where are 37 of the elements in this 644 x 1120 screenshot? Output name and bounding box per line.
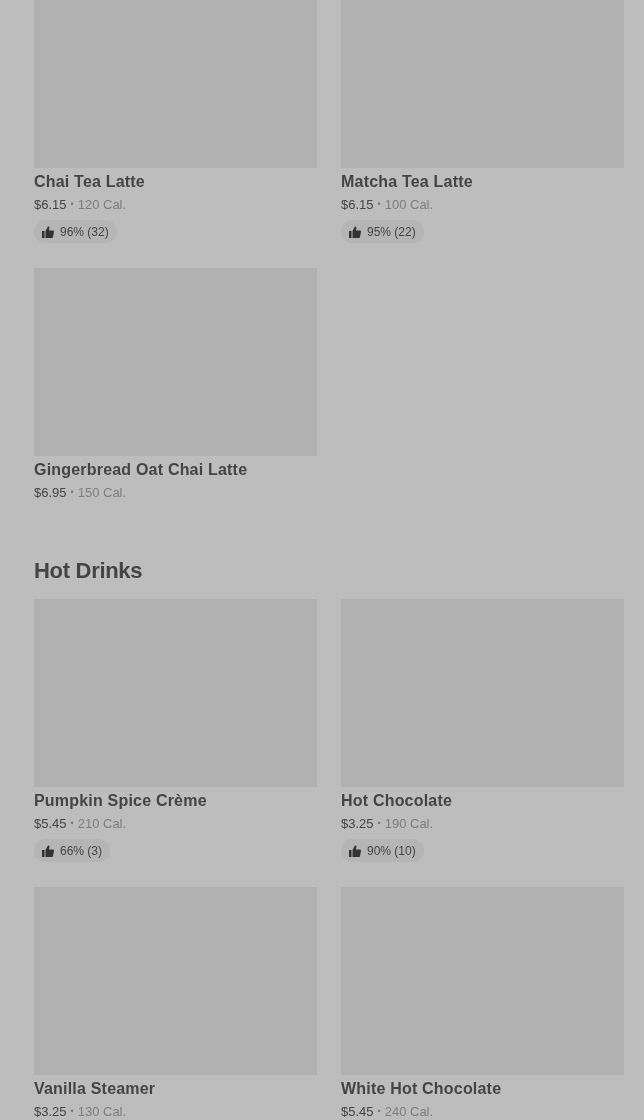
separator-dot: •: [377, 817, 381, 830]
item-calories: 190 Cal.: [384, 815, 434, 832]
item-calories: 240 Cal.: [384, 1103, 434, 1120]
thumbs-up-icon: [42, 844, 54, 857]
item-calories: 120 Cal.: [77, 196, 127, 213]
separator-dot: •: [70, 1105, 74, 1118]
item-name: Matcha Tea Latte: [341, 172, 474, 192]
item-price: $5.45: [341, 1103, 374, 1120]
item-name: Chai Tea Latte: [34, 172, 146, 192]
separator-dot: •: [377, 1105, 381, 1118]
thumbs-up-icon: [349, 225, 361, 238]
item-calories: 210 Cal.: [77, 815, 127, 832]
thumbs-up-icon: [349, 844, 361, 857]
item-name: Vanilla Steamer: [34, 1079, 157, 1099]
item-name: Hot Chocolate: [341, 791, 454, 811]
item-price: $6.15: [341, 196, 374, 213]
item-name: White Hot Chocolate: [341, 1079, 503, 1099]
item-price: $5.45: [34, 815, 67, 832]
item-name: Pumpkin Spice Crème: [34, 791, 208, 811]
item-name: Gingerbread Oat Chai Latte: [34, 460, 249, 480]
rating-badge: 96% (32): [34, 220, 117, 243]
item-price: $6.15: [34, 196, 67, 213]
section-heading: Hot Drinks: [34, 557, 144, 585]
rating-badge: 95% (22): [341, 220, 424, 243]
rating-badge: 90% (10): [341, 839, 424, 862]
separator-dot: •: [70, 198, 74, 211]
item-price: $3.25: [341, 815, 374, 832]
separator-dot: •: [377, 198, 381, 211]
item-calories: 150 Cal.: [77, 484, 127, 501]
rating-badge: 66% (3): [34, 839, 111, 862]
item-price: $3.25: [34, 1103, 67, 1120]
item-calories: 130 Cal.: [77, 1103, 127, 1120]
item-price: $6.95: [34, 484, 67, 501]
separator-dot: •: [70, 486, 74, 499]
item-calories: 100 Cal.: [384, 196, 434, 213]
separator-dot: •: [70, 817, 74, 830]
thumbs-up-icon: [42, 225, 54, 238]
